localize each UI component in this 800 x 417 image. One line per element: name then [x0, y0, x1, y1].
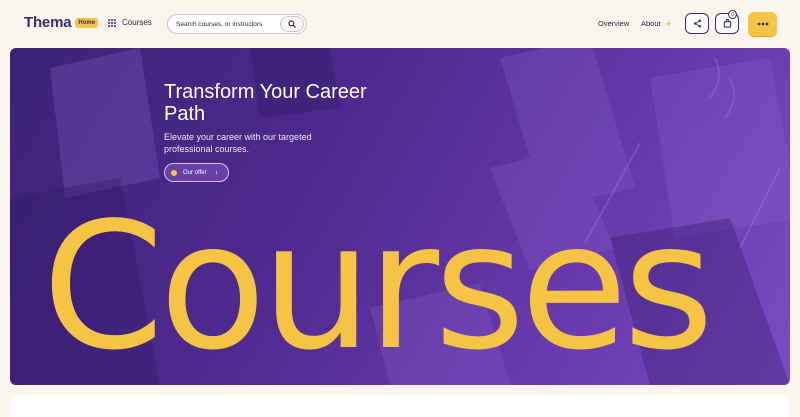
nav-overview[interactable]: Overview	[598, 19, 629, 28]
cart-button[interactable]: 0	[715, 10, 739, 34]
search-input[interactable]	[176, 18, 276, 30]
site-header: Thema Home Courses Overview About ✦	[0, 0, 800, 48]
share-button[interactable]	[685, 13, 709, 34]
bag-icon	[723, 19, 731, 28]
nav-about-label: About	[641, 19, 661, 28]
grid-icon	[108, 18, 116, 27]
hero-subtitle: Elevate your career with our targeted pr…	[164, 132, 312, 154]
share-icon	[693, 19, 701, 28]
search-button[interactable]	[280, 16, 304, 32]
star-icon: ✦	[664, 18, 673, 29]
arrow-down-icon: ↓	[214, 169, 219, 176]
next-section-edge	[10, 395, 790, 417]
cart-count-badge: 0	[728, 10, 737, 19]
home-badge[interactable]: Home	[75, 17, 99, 28]
courses-menu-button[interactable]: Courses	[108, 18, 152, 27]
our-offer-button[interactable]: Our offer ↓	[164, 163, 229, 182]
our-offer-label: Our offer	[183, 169, 207, 176]
brand-name[interactable]: Thema	[24, 14, 72, 31]
nav-about[interactable]: About ✦	[641, 19, 672, 28]
courses-menu-label: Courses	[122, 18, 152, 27]
more-icon	[757, 22, 768, 26]
hero-banner: Transform Your Career Path Elevate your …	[10, 48, 790, 385]
dot-icon	[171, 169, 177, 176]
hero-title: Transform Your Career Path	[164, 81, 367, 125]
brand[interactable]: Thema Home	[24, 14, 99, 31]
search-icon	[288, 20, 296, 28]
search-bar	[167, 14, 307, 34]
more-menu-button[interactable]	[748, 12, 777, 36]
hero-big-word: Courses	[42, 186, 714, 386]
